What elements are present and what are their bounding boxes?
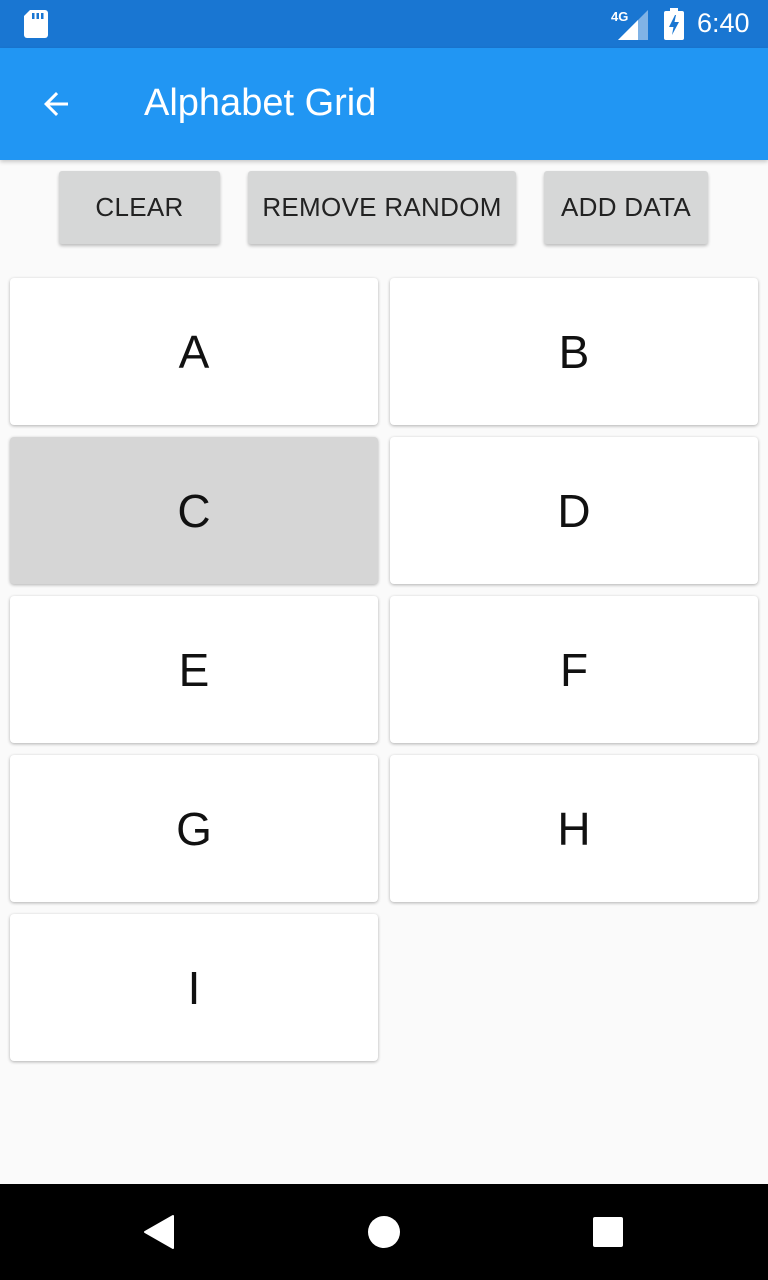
status-bar: 4G 6:40 (0, 0, 768, 48)
remove-random-button[interactable]: REMOVE RANDOM (248, 171, 516, 244)
grid-item-e[interactable]: E (10, 596, 378, 743)
arrow-back-icon (44, 92, 68, 116)
home-circle-icon (368, 1216, 400, 1248)
grid-item-f[interactable]: F (390, 596, 758, 743)
nav-back-button[interactable] (128, 1200, 192, 1264)
page-title: Alphabet Grid (144, 82, 377, 124)
battery-charging-icon (664, 8, 684, 40)
back-button[interactable] (24, 72, 88, 136)
signal-icon (618, 10, 648, 40)
nav-home-button[interactable] (352, 1200, 416, 1264)
app-bar: Alphabet Grid (0, 48, 768, 160)
grid-item-i[interactable]: I (10, 914, 378, 1061)
clear-button[interactable]: CLEAR (59, 171, 220, 244)
back-triangle-icon (144, 1215, 174, 1249)
grid-item-a[interactable]: A (10, 278, 378, 425)
grid-item-g[interactable]: G (10, 755, 378, 902)
system-nav-bar (0, 1184, 768, 1280)
grid-item-d[interactable]: D (390, 437, 758, 584)
sd-card-icon (24, 10, 48, 38)
add-data-button[interactable]: ADD DATA (544, 171, 708, 244)
grid-item-c[interactable]: C (10, 437, 378, 584)
nav-recents-button[interactable] (576, 1200, 640, 1264)
grid-item-b[interactable]: B (390, 278, 758, 425)
recents-square-icon (593, 1217, 623, 1247)
clock: 6:40 (697, 8, 750, 38)
grid-item-h[interactable]: H (390, 755, 758, 902)
